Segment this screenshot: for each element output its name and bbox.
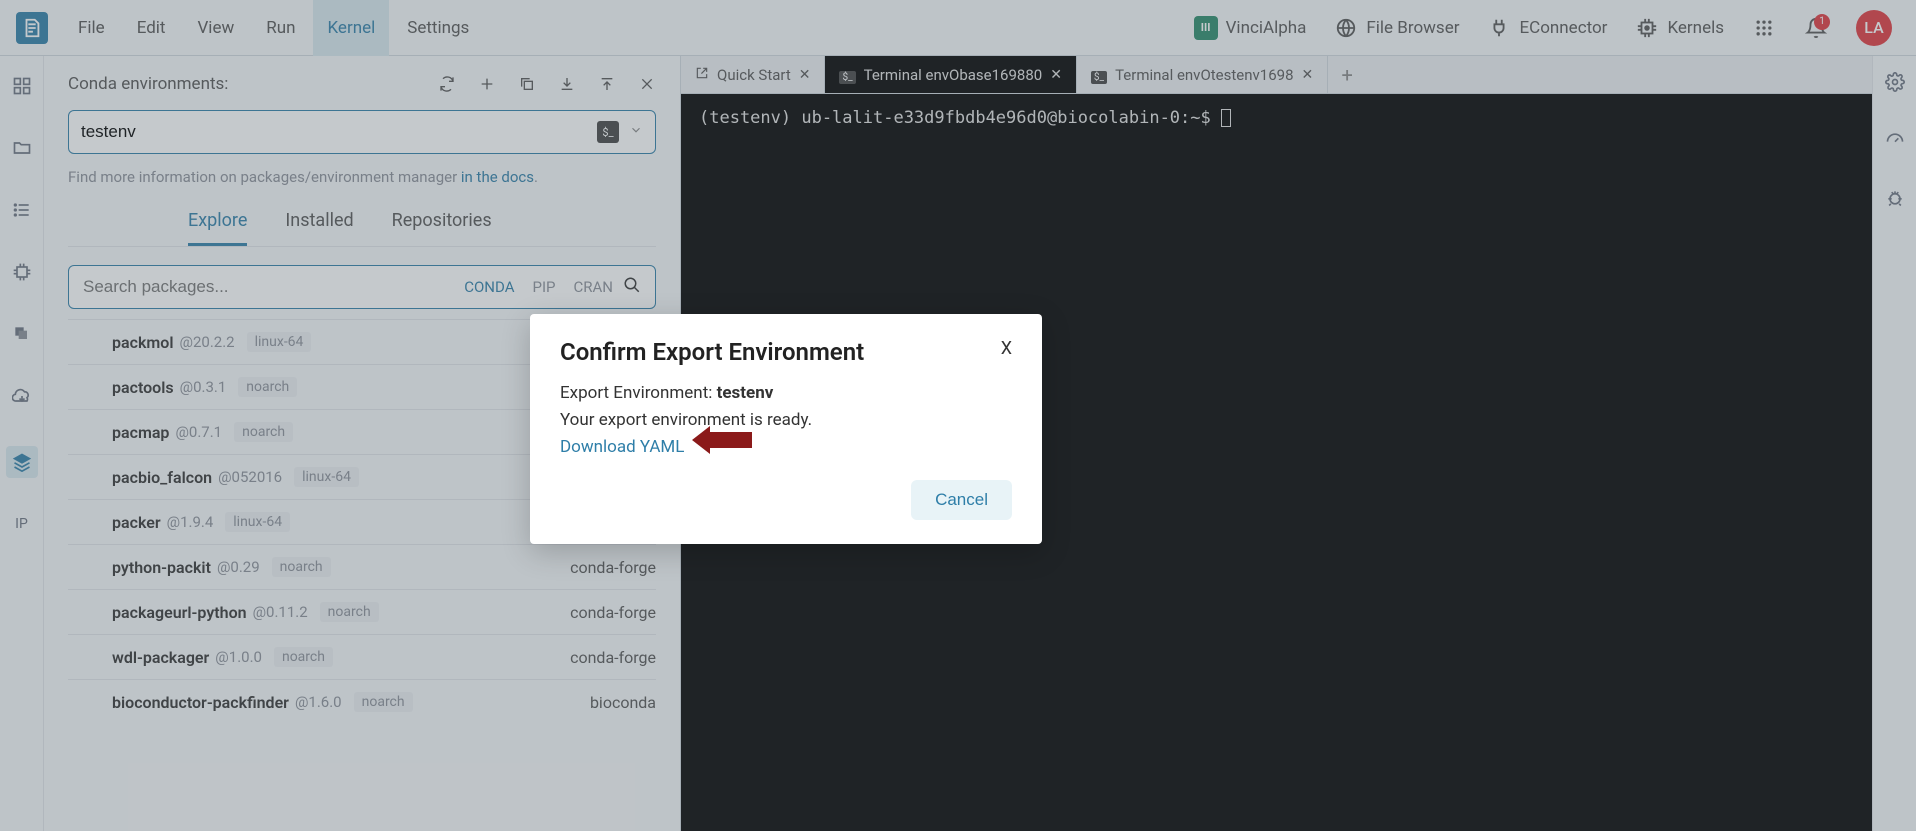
download-yaml-link[interactable]: Download YAML xyxy=(560,437,684,457)
export-env-name: testenv xyxy=(717,383,774,403)
modal-message: Your export environment is ready. xyxy=(560,407,1012,434)
cancel-button[interactable]: Cancel xyxy=(911,480,1012,520)
modal-close-button[interactable]: X xyxy=(1001,338,1012,359)
export-modal: Confirm Export Environment X Export Envi… xyxy=(530,314,1042,544)
modal-title: Confirm Export Environment xyxy=(560,338,864,366)
